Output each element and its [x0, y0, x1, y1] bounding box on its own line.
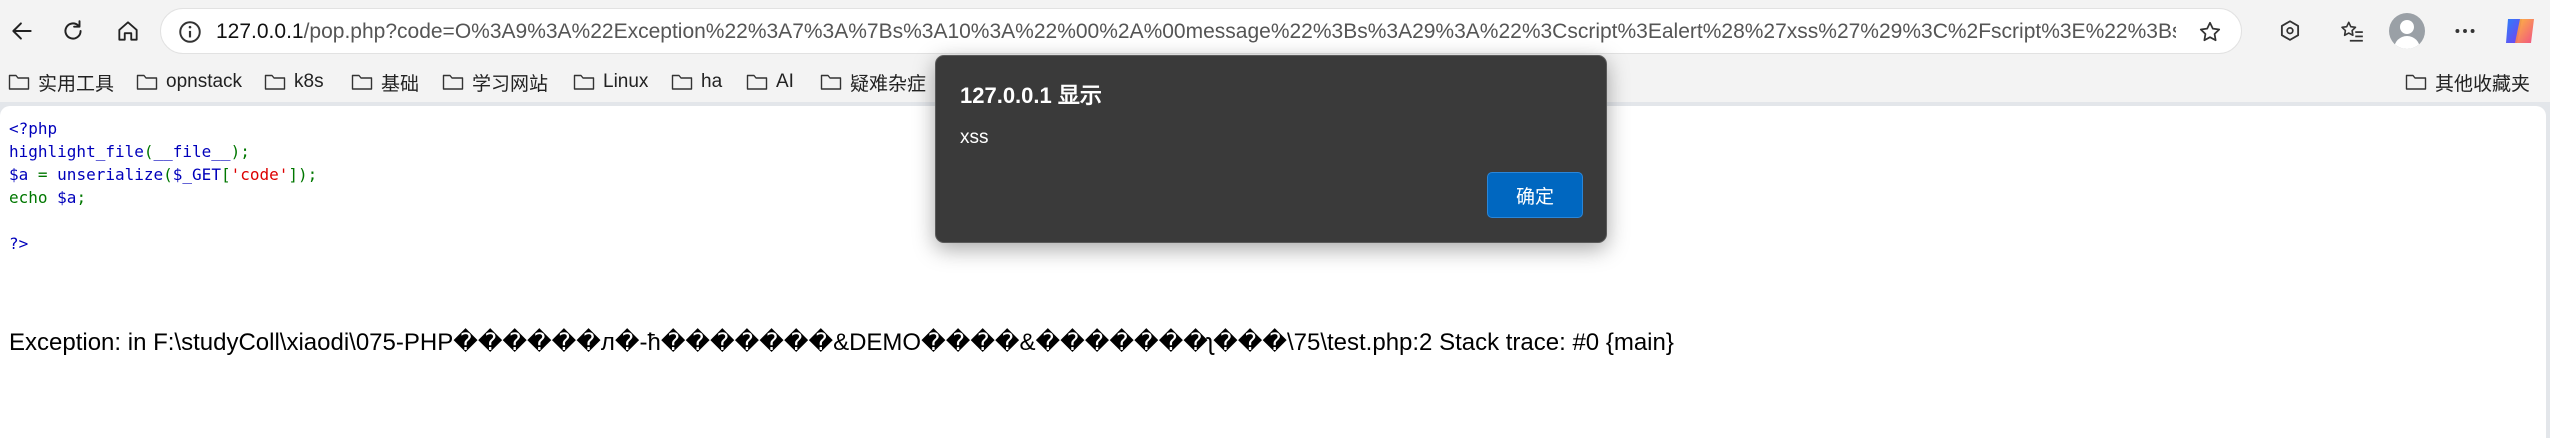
code-token: ( — [143, 142, 154, 161]
extensions-button[interactable] — [2274, 15, 2306, 47]
code-line: ?> — [9, 232, 317, 255]
code-token: ]); — [288, 165, 318, 184]
bookmark-folder[interactable]: 学习网站 — [442, 62, 548, 102]
more-button[interactable] — [2449, 15, 2481, 47]
url-text[interactable]: 127.0.0.1/pop.php?code=O%3A9%3A%22Except… — [216, 9, 2176, 55]
copilot-icon[interactable] — [2502, 13, 2538, 49]
code-token: ; — [76, 188, 87, 207]
favorites-icon — [2341, 21, 2363, 42]
bookmark-label: 疑难杂症 — [850, 73, 927, 95]
code-token: ); — [230, 142, 250, 161]
code-line: echo $a; — [9, 186, 317, 209]
star-icon[interactable] — [2197, 19, 2223, 45]
code-token: echo — [9, 188, 48, 207]
url-host: 127.0.0.1 — [216, 20, 304, 43]
alert-dialog: 127.0.0.1 显示 xss 确定 — [935, 55, 1607, 243]
folder-icon — [573, 74, 595, 90]
avatar-body — [2394, 36, 2420, 49]
code-token: ( — [163, 165, 173, 184]
code-token: 'code' — [230, 165, 289, 184]
bookmark-folder[interactable]: AI — [746, 62, 794, 102]
refresh-button[interactable] — [53, 11, 93, 51]
bookmark-label: 学习网站 — [472, 73, 549, 95]
home-button[interactable] — [108, 11, 148, 51]
bookmark-label: 实用工具 — [38, 73, 115, 95]
code-line: <?php — [9, 117, 317, 140]
arrow-left-icon — [12, 22, 32, 40]
folder-icon — [264, 74, 286, 90]
code-line: $a = unserialize($_GET['code']); — [9, 163, 317, 186]
info-icon[interactable] — [177, 19, 203, 45]
bookmark-folder[interactable]: opnstack — [136, 62, 242, 102]
bookmark-folder[interactable]: Linux — [573, 62, 648, 102]
folder-icon — [820, 74, 842, 90]
dialog-title: 127.0.0.1 显示 — [960, 83, 1102, 108]
bookmark-label: opnstack — [166, 71, 243, 92]
code-token: highlight_file — [9, 142, 144, 161]
refresh-icon — [64, 20, 82, 40]
php-close-tag: ?> — [9, 234, 29, 253]
bookmark-label: AI — [776, 71, 794, 92]
code-token: unserialize — [57, 165, 164, 184]
bookmark-folder[interactable]: 基础 — [351, 62, 419, 102]
puzzle-icon — [2280, 20, 2300, 41]
code-token: __file__ — [153, 142, 231, 161]
back-button[interactable] — [2, 11, 42, 51]
bookmark-label: Linux — [603, 71, 649, 92]
php-open-tag: <?php — [9, 119, 58, 138]
bookmark-folder[interactable]: 实用工具 — [8, 62, 114, 102]
dialog-message: xss — [960, 127, 989, 148]
home-icon — [118, 21, 138, 41]
favorites-button[interactable] — [2336, 15, 2368, 47]
address-bar[interactable]: 127.0.0.1/pop.php?code=O%3A9%3A%22Except… — [160, 8, 2242, 54]
folder-icon — [351, 74, 373, 90]
browser-toolbar: 127.0.0.1/pop.php?code=O%3A9%3A%22Except… — [0, 0, 2550, 62]
other-favorites-folder[interactable]: 其他收藏夹 — [2405, 62, 2530, 102]
folder-icon — [442, 74, 464, 90]
bookmark-label: 其他收藏夹 — [2435, 73, 2531, 95]
bookmark-folder[interactable]: ha — [671, 62, 722, 102]
folder-icon — [8, 74, 30, 90]
code-token: [ — [220, 165, 231, 184]
code-token: = — [28, 165, 58, 184]
bookmark-label: 基础 — [381, 73, 420, 95]
folder-icon — [671, 74, 693, 90]
avatar-head — [2400, 20, 2414, 34]
avatar[interactable] — [2389, 13, 2425, 49]
bookmark-folder[interactable]: 疑难杂症 — [820, 62, 926, 102]
bookmark-folder[interactable]: k8s — [264, 62, 324, 102]
bookmark-label: ha — [701, 71, 723, 92]
folder-icon — [2405, 74, 2427, 90]
url-path: /pop.php?code=O%3A9%3A%22Exception%22%3A… — [303, 20, 2176, 43]
more-icon — [2455, 29, 2475, 33]
code-line: highlight_file(__file__); — [9, 140, 317, 163]
code-token: $a — [57, 188, 77, 207]
bookmark-label: k8s — [294, 71, 324, 92]
exception-output: Exception: in F:\studyColl\xiaodi\075-PH… — [9, 329, 1674, 356]
folder-icon — [136, 74, 158, 90]
ok-button[interactable]: 确定 — [1487, 172, 1583, 218]
folder-icon — [746, 74, 768, 90]
code-token: $_GET — [172, 165, 221, 184]
php-source-code: <?php highlight_file(__file__); $a = uns… — [9, 117, 317, 255]
code-token: $a — [9, 165, 29, 184]
